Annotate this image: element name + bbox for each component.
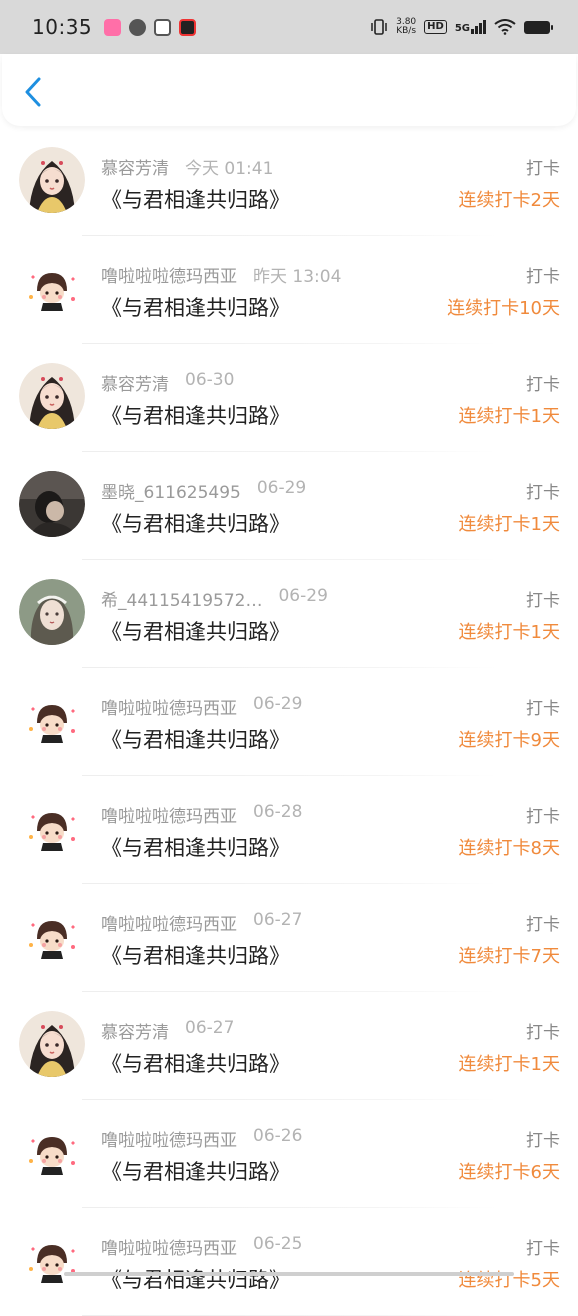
battery-icon <box>524 21 550 34</box>
status-time: 10:35 <box>32 15 92 39</box>
checkin-label: 打卡 <box>526 154 560 179</box>
post-time: 06-29 <box>257 478 306 498</box>
post-time: 06-29 <box>278 586 327 606</box>
checkin-label: 打卡 <box>526 1126 560 1151</box>
home-indicator <box>64 1272 514 1276</box>
user-name[interactable]: 噜啦啦啦德玛西亚 <box>101 1234 237 1259</box>
post-time: 今天 01:41 <box>185 154 273 179</box>
streak-badge: 连续打卡7天 <box>459 942 560 968</box>
nav-bar <box>2 54 576 126</box>
checkin-label: 打卡 <box>526 262 560 287</box>
user-name[interactable]: 慕容芳清 <box>101 1018 169 1043</box>
checkin-label: 打卡 <box>526 694 560 719</box>
user-name[interactable]: 噜啦啦啦德玛西亚 <box>101 910 237 935</box>
list-item[interactable]: 希_44115419572… 06-29 《与君相逢共归路》 打卡连续打卡1天 <box>0 560 578 668</box>
list-item[interactable]: 噜啦啦啦德玛西亚 06-25 《与君相逢共归路》 打卡连续打卡5天 <box>0 1208 578 1316</box>
user-name[interactable]: 噜啦啦啦德玛西亚 <box>101 1126 237 1151</box>
avatar[interactable] <box>19 903 85 969</box>
list-item[interactable]: 噜啦啦啦德玛西亚 06-28 《与君相逢共归路》 打卡连续打卡8天 <box>0 776 578 884</box>
hd-badge: HD <box>424 20 447 34</box>
book-title[interactable]: 《与君相逢共归路》 <box>101 724 290 754</box>
app-icon-camera-icon <box>154 19 171 36</box>
checkin-label: 打卡 <box>526 1018 560 1043</box>
list-item[interactable]: 墨晓_611625495 06-29 《与君相逢共归路》 打卡连续打卡1天 <box>0 452 578 560</box>
user-name[interactable]: 噜啦啦啦德玛西亚 <box>101 262 237 287</box>
streak-badge: 连续打卡1天 <box>459 510 560 536</box>
book-title[interactable]: 《与君相逢共归路》 <box>101 400 290 430</box>
book-title[interactable]: 《与君相逢共归路》 <box>101 184 290 214</box>
book-title[interactable]: 《与君相逢共归路》 <box>101 1048 290 1078</box>
avatar[interactable] <box>19 1227 85 1293</box>
list-item[interactable]: 慕容芳清 06-30 《与君相逢共归路》 打卡连续打卡1天 <box>0 344 578 452</box>
checkin-list: 慕容芳清今天 01:41《与君相逢共归路》打卡连续打卡2天噜啦啦啦德玛西亚昨天 … <box>0 128 578 1316</box>
avatar[interactable] <box>19 147 85 213</box>
post-time: 昨天 13:04 <box>253 262 341 287</box>
cell-signal-icon: 5G <box>455 20 486 34</box>
checkin-label: 打卡 <box>526 1234 560 1259</box>
app-icon-pink-icon <box>104 19 121 36</box>
streak-badge: 连续打卡1天 <box>459 402 560 428</box>
checkin-label: 打卡 <box>526 478 560 503</box>
avatar[interactable] <box>19 1011 85 1077</box>
status-app-icons <box>104 19 196 36</box>
post-time: 06-27 <box>253 910 302 930</box>
list-item[interactable]: 噜啦啦啦德玛西亚昨天 13:04 《与君相逢共归路》 打卡连续打卡10天 <box>0 236 578 344</box>
post-time: 06-30 <box>185 370 234 390</box>
list-item[interactable]: 噜啦啦啦德玛西亚 06-26 《与君相逢共归路》 打卡连续打卡6天 <box>0 1100 578 1208</box>
checkin-label: 打卡 <box>526 802 560 827</box>
streak-badge: 连续打卡10天 <box>447 294 560 320</box>
status-indicators: 3.80 KB/s HD 5G <box>370 18 550 36</box>
avatar[interactable] <box>19 687 85 753</box>
avatar[interactable] <box>19 579 85 645</box>
book-title[interactable]: 《与君相逢共归路》 <box>101 940 290 970</box>
list-item[interactable]: 噜啦啦啦德玛西亚 06-29 《与君相逢共归路》 打卡连续打卡9天 <box>0 668 578 776</box>
vibrate-icon <box>370 19 388 35</box>
streak-badge: 连续打卡1天 <box>459 618 560 644</box>
network-type: 5G <box>455 23 470 34</box>
app-icon-video-icon <box>179 19 196 36</box>
post-time: 06-27 <box>185 1018 234 1038</box>
user-name[interactable]: 希_44115419572… <box>101 586 262 611</box>
user-name[interactable]: 噜啦啦啦德玛西亚 <box>101 802 237 827</box>
checkin-label: 打卡 <box>526 910 560 935</box>
net-speed: 3.80 KB/s <box>396 18 416 36</box>
avatar[interactable] <box>19 1119 85 1185</box>
streak-badge: 连续打卡2天 <box>459 186 560 212</box>
post-time: 06-29 <box>253 694 302 714</box>
app-icon-leaf-icon <box>129 19 146 36</box>
avatar[interactable] <box>19 255 85 321</box>
post-time: 06-26 <box>253 1126 302 1146</box>
checkin-label: 打卡 <box>526 370 560 395</box>
net-speed-unit: KB/s <box>396 26 416 36</box>
user-name[interactable]: 慕容芳清 <box>101 370 169 395</box>
avatar[interactable] <box>19 363 85 429</box>
user-name[interactable]: 慕容芳清 <box>101 154 169 179</box>
book-title[interactable]: 《与君相逢共归路》 <box>101 292 290 322</box>
user-name[interactable]: 墨晓_611625495 <box>101 478 241 503</box>
back-button[interactable] <box>18 74 48 110</box>
post-time: 06-28 <box>253 802 302 822</box>
book-title[interactable]: 《与君相逢共归路》 <box>101 616 290 646</box>
wifi-icon <box>494 19 516 35</box>
streak-badge: 连续打卡1天 <box>459 1050 560 1076</box>
streak-badge: 连续打卡9天 <box>459 726 560 752</box>
streak-badge: 连续打卡8天 <box>459 834 560 860</box>
avatar[interactable] <box>19 795 85 861</box>
streak-badge: 连续打卡6天 <box>459 1158 560 1184</box>
list-item[interactable]: 慕容芳清今天 01:41 《与君相逢共归路》 打卡连续打卡2天 <box>0 128 578 236</box>
status-bar: 10:35 3.80 KB/s HD 5G <box>0 0 578 54</box>
checkin-label: 打卡 <box>526 586 560 611</box>
list-item[interactable]: 噜啦啦啦德玛西亚 06-27 《与君相逢共归路》 打卡连续打卡7天 <box>0 884 578 992</box>
list-item[interactable]: 慕容芳清 06-27 《与君相逢共归路》 打卡连续打卡1天 <box>0 992 578 1100</box>
avatar[interactable] <box>19 471 85 537</box>
user-name[interactable]: 噜啦啦啦德玛西亚 <box>101 694 237 719</box>
book-title[interactable]: 《与君相逢共归路》 <box>101 1156 290 1186</box>
post-time: 06-25 <box>253 1234 302 1254</box>
book-title[interactable]: 《与君相逢共归路》 <box>101 508 290 538</box>
book-title[interactable]: 《与君相逢共归路》 <box>101 1264 290 1294</box>
book-title[interactable]: 《与君相逢共归路》 <box>101 832 290 862</box>
streak-badge: 连续打卡5天 <box>459 1266 560 1292</box>
chevron-left-icon <box>24 77 42 107</box>
